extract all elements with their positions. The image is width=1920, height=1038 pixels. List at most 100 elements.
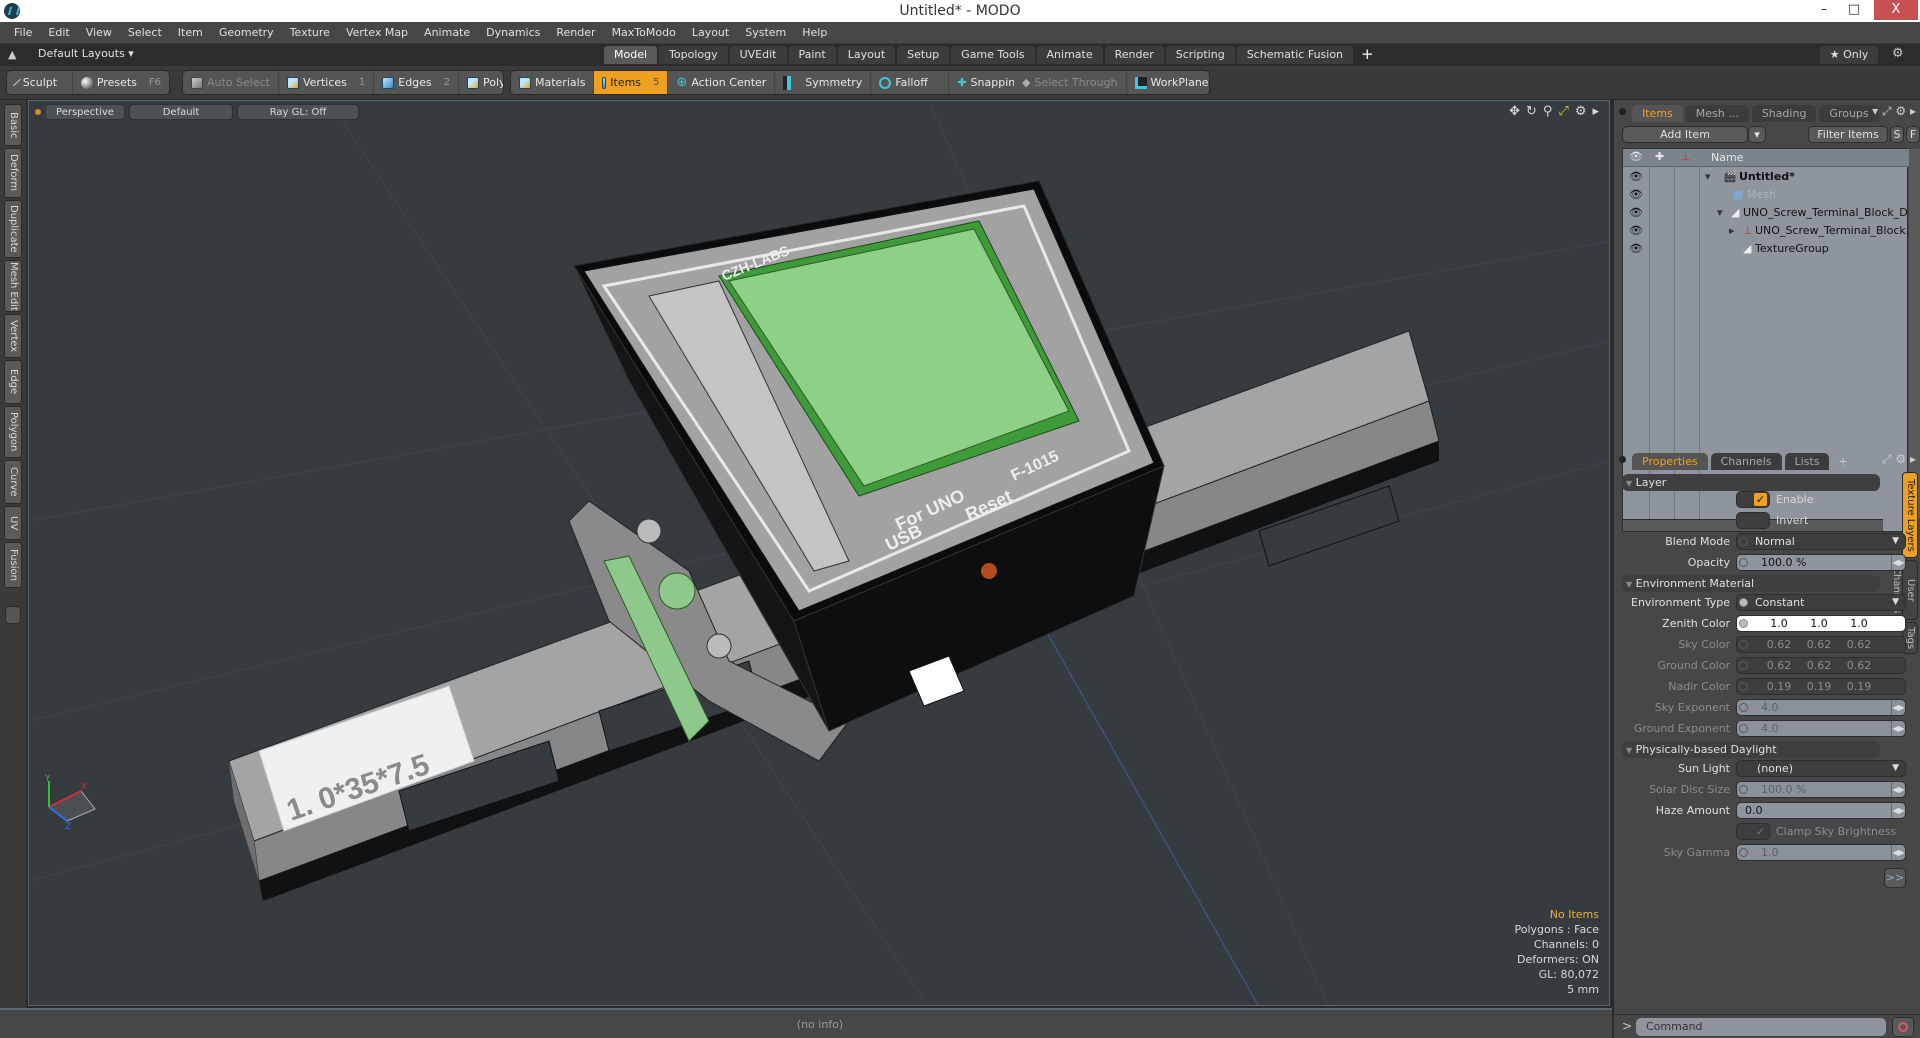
tab-dropdown-icon[interactable]: ▾ — [1872, 104, 1878, 118]
menu-render[interactable]: Render — [548, 26, 603, 39]
add-item-button[interactable]: Add Item — [1622, 126, 1748, 143]
section-layer[interactable]: ▼ Layer — [1622, 474, 1880, 491]
menu-dynamics[interactable]: Dynamics — [478, 26, 548, 39]
raygl-dropdown[interactable]: Ray GL: Off — [237, 104, 359, 120]
item-row[interactable]: 👁 ■ Mesh — [1623, 186, 1909, 204]
close-button[interactable]: X — [1874, 0, 1918, 20]
shading-dropdown[interactable]: Default — [129, 104, 233, 120]
tab-paint[interactable]: Paint — [788, 46, 836, 64]
vtab-fusion[interactable]: Fusion — [4, 542, 22, 588]
more-options-button[interactable]: >> — [1884, 868, 1906, 888]
slider-handle-icon[interactable]: ◀▶ — [1891, 555, 1905, 570]
visibility-eye-icon[interactable]: 👁 — [1629, 204, 1643, 222]
item-row[interactable]: 👁 ▾ 🎬 Untitled* — [1623, 168, 1909, 186]
slider-handle-icon[interactable]: ◀▶ — [1891, 803, 1905, 818]
workplane-button[interactable]: WorkPlane — [1127, 71, 1209, 94]
sky-gamma-slider[interactable]: 1.0 ◀▶ — [1736, 844, 1906, 861]
expand-icon[interactable]: ⤢ — [1882, 452, 1892, 466]
tab-shading[interactable]: Shading — [1751, 105, 1817, 122]
menu-layout[interactable]: Layout — [684, 26, 737, 39]
tab-channels[interactable]: Channels — [1710, 453, 1782, 470]
item-row[interactable]: 👁 ▸ ⊥ UNO_Screw_Terminal_Block... — [1623, 222, 1916, 240]
tab-setup[interactable]: Setup — [897, 46, 950, 64]
tab-groups[interactable]: Groups — [1819, 105, 1879, 122]
nadir-color-field[interactable]: 0.19 0.19 0.19 — [1736, 678, 1906, 695]
3d-viewport[interactable]: 1. 0*35*7.5 For UNO USB Reset F-1015 CZH… — [28, 100, 1610, 1006]
menu-vertex-map[interactable]: Vertex Map — [338, 26, 416, 39]
menu-select[interactable]: Select — [120, 26, 170, 39]
zenith-color-field[interactable]: 1.0 1.0 1.0 — [1736, 615, 1906, 632]
polygons-button[interactable]: Polygons — [459, 71, 503, 94]
visibility-eye-icon[interactable]: 👁 — [1629, 168, 1643, 186]
enable-checkbox[interactable]: ✓ — [1736, 491, 1770, 508]
tab-game-tools[interactable]: Game Tools — [951, 46, 1035, 64]
visibility-column-icon[interactable]: 👁 — [1629, 150, 1643, 163]
falloff-button[interactable]: Falloff — [871, 71, 950, 94]
environment-type-dropdown[interactable]: Constant ▼ — [1736, 594, 1906, 611]
clamp-sky-brightness-checkbox[interactable]: ✓ — [1736, 823, 1770, 840]
blend-mode-dropdown[interactable]: Normal ▼ — [1736, 533, 1906, 550]
view-mode-dropdown[interactable]: Perspective — [45, 104, 125, 120]
ground-color-field[interactable]: 0.62 0.62 0.62 — [1736, 657, 1906, 674]
rotate-icon[interactable]: ↻ — [1526, 104, 1537, 119]
item-row[interactable]: 👁 ▾ ◢ UNO_Screw_Terminal_Block_D... — [1623, 204, 1918, 222]
menu-file[interactable]: File — [6, 26, 40, 39]
visibility-eye-icon[interactable]: 👁 — [1629, 222, 1643, 240]
tab-layout[interactable]: Layout — [837, 46, 896, 64]
vtab-vertex[interactable]: Vertex — [4, 314, 22, 358]
visibility-eye-icon[interactable]: 👁 — [1629, 240, 1643, 258]
f-button[interactable]: F — [1906, 126, 1920, 143]
gear-icon[interactable]: ⚙ — [1892, 46, 1904, 61]
filter-items-field[interactable]: Filter Items — [1808, 126, 1888, 143]
menu-system[interactable]: System — [737, 26, 794, 39]
tab-lists[interactable]: Lists — [1784, 453, 1830, 470]
menu-animate[interactable]: Animate — [416, 26, 478, 39]
sky-color-field[interactable]: 0.62 0.62 0.62 — [1736, 636, 1906, 653]
toolbox-toggle-button[interactable] — [5, 606, 21, 624]
opacity-slider[interactable]: 100.0 % ◀▶ — [1736, 554, 1906, 571]
properties-gear-icon[interactable]: ⚙ — [1895, 452, 1906, 466]
items-button[interactable]: Items 5 — [594, 71, 669, 94]
collapse-arrow-icon[interactable]: ▸ — [1729, 222, 1735, 240]
slider-handle-icon[interactable]: ◀▶ — [1891, 700, 1905, 715]
sky-exponent-slider[interactable]: 4.0 ◀▶ — [1736, 699, 1906, 716]
menu-maxtomodo[interactable]: MaxToModo — [604, 26, 684, 39]
edges-button[interactable]: Edges 2 — [374, 71, 460, 94]
tab-uvedit[interactable]: UVEdit — [729, 46, 787, 64]
tab-scripting[interactable]: Scripting — [1165, 46, 1235, 64]
presets-button[interactable]: Presets F6 — [73, 71, 169, 94]
expand-arrow-icon[interactable]: ▾ — [1705, 168, 1711, 186]
slider-handle-icon[interactable]: ◀▶ — [1891, 721, 1905, 736]
vtab-duplicate[interactable]: Duplicate — [4, 200, 22, 258]
collapse-arrow-icon[interactable]: ▲ — [8, 48, 16, 61]
section-environment-material[interactable]: ▼ Environment Material — [1622, 575, 1880, 592]
vtab-uv[interactable]: UV — [4, 506, 22, 540]
menu-edit[interactable]: Edit — [40, 26, 77, 39]
vtab-curve[interactable]: Curve — [4, 460, 22, 504]
expand-icon[interactable]: ⤢ — [1882, 104, 1892, 118]
add-item-dropdown[interactable]: ▾ — [1748, 126, 1766, 143]
only-toggle[interactable]: ★ Only — [1820, 46, 1878, 64]
materials-button[interactable]: Materials — [511, 71, 595, 94]
tab-render[interactable]: Render — [1104, 46, 1164, 64]
items-more-icon[interactable]: ▸ — [1910, 104, 1916, 118]
vertices-button[interactable]: Vertices 1 — [279, 71, 375, 94]
axis-column-icon[interactable]: ⊥ — [1681, 150, 1691, 163]
menu-texture[interactable]: Texture — [282, 26, 338, 39]
tab-mesh[interactable]: Mesh ... — [1685, 105, 1749, 122]
vtab-basic[interactable]: Basic — [4, 104, 22, 146]
items-gear-icon[interactable]: ⚙ — [1895, 104, 1906, 118]
invert-checkbox[interactable] — [1736, 512, 1770, 529]
s-button[interactable]: S — [1890, 126, 1904, 143]
expand-arrow-icon[interactable]: ▾ — [1717, 204, 1723, 222]
tab-animate[interactable]: Animate — [1036, 46, 1103, 64]
action-center-button[interactable]: ⊕ Action Center — [668, 71, 776, 94]
auto-select-button[interactable]: Auto Select — [183, 71, 279, 94]
tab-items[interactable]: Items — [1632, 105, 1683, 122]
slider-handle-icon[interactable]: ◀▶ — [1891, 845, 1905, 860]
section-physically-based-daylight[interactable]: ▼ Physically-based Daylight — [1622, 741, 1880, 758]
menu-geometry[interactable]: Geometry — [211, 26, 282, 39]
solar-disc-size-slider[interactable]: 100.0 % ◀▶ — [1736, 781, 1906, 798]
add-tab-button[interactable]: + — [1355, 46, 1380, 64]
command-input[interactable]: Command — [1636, 1018, 1886, 1036]
